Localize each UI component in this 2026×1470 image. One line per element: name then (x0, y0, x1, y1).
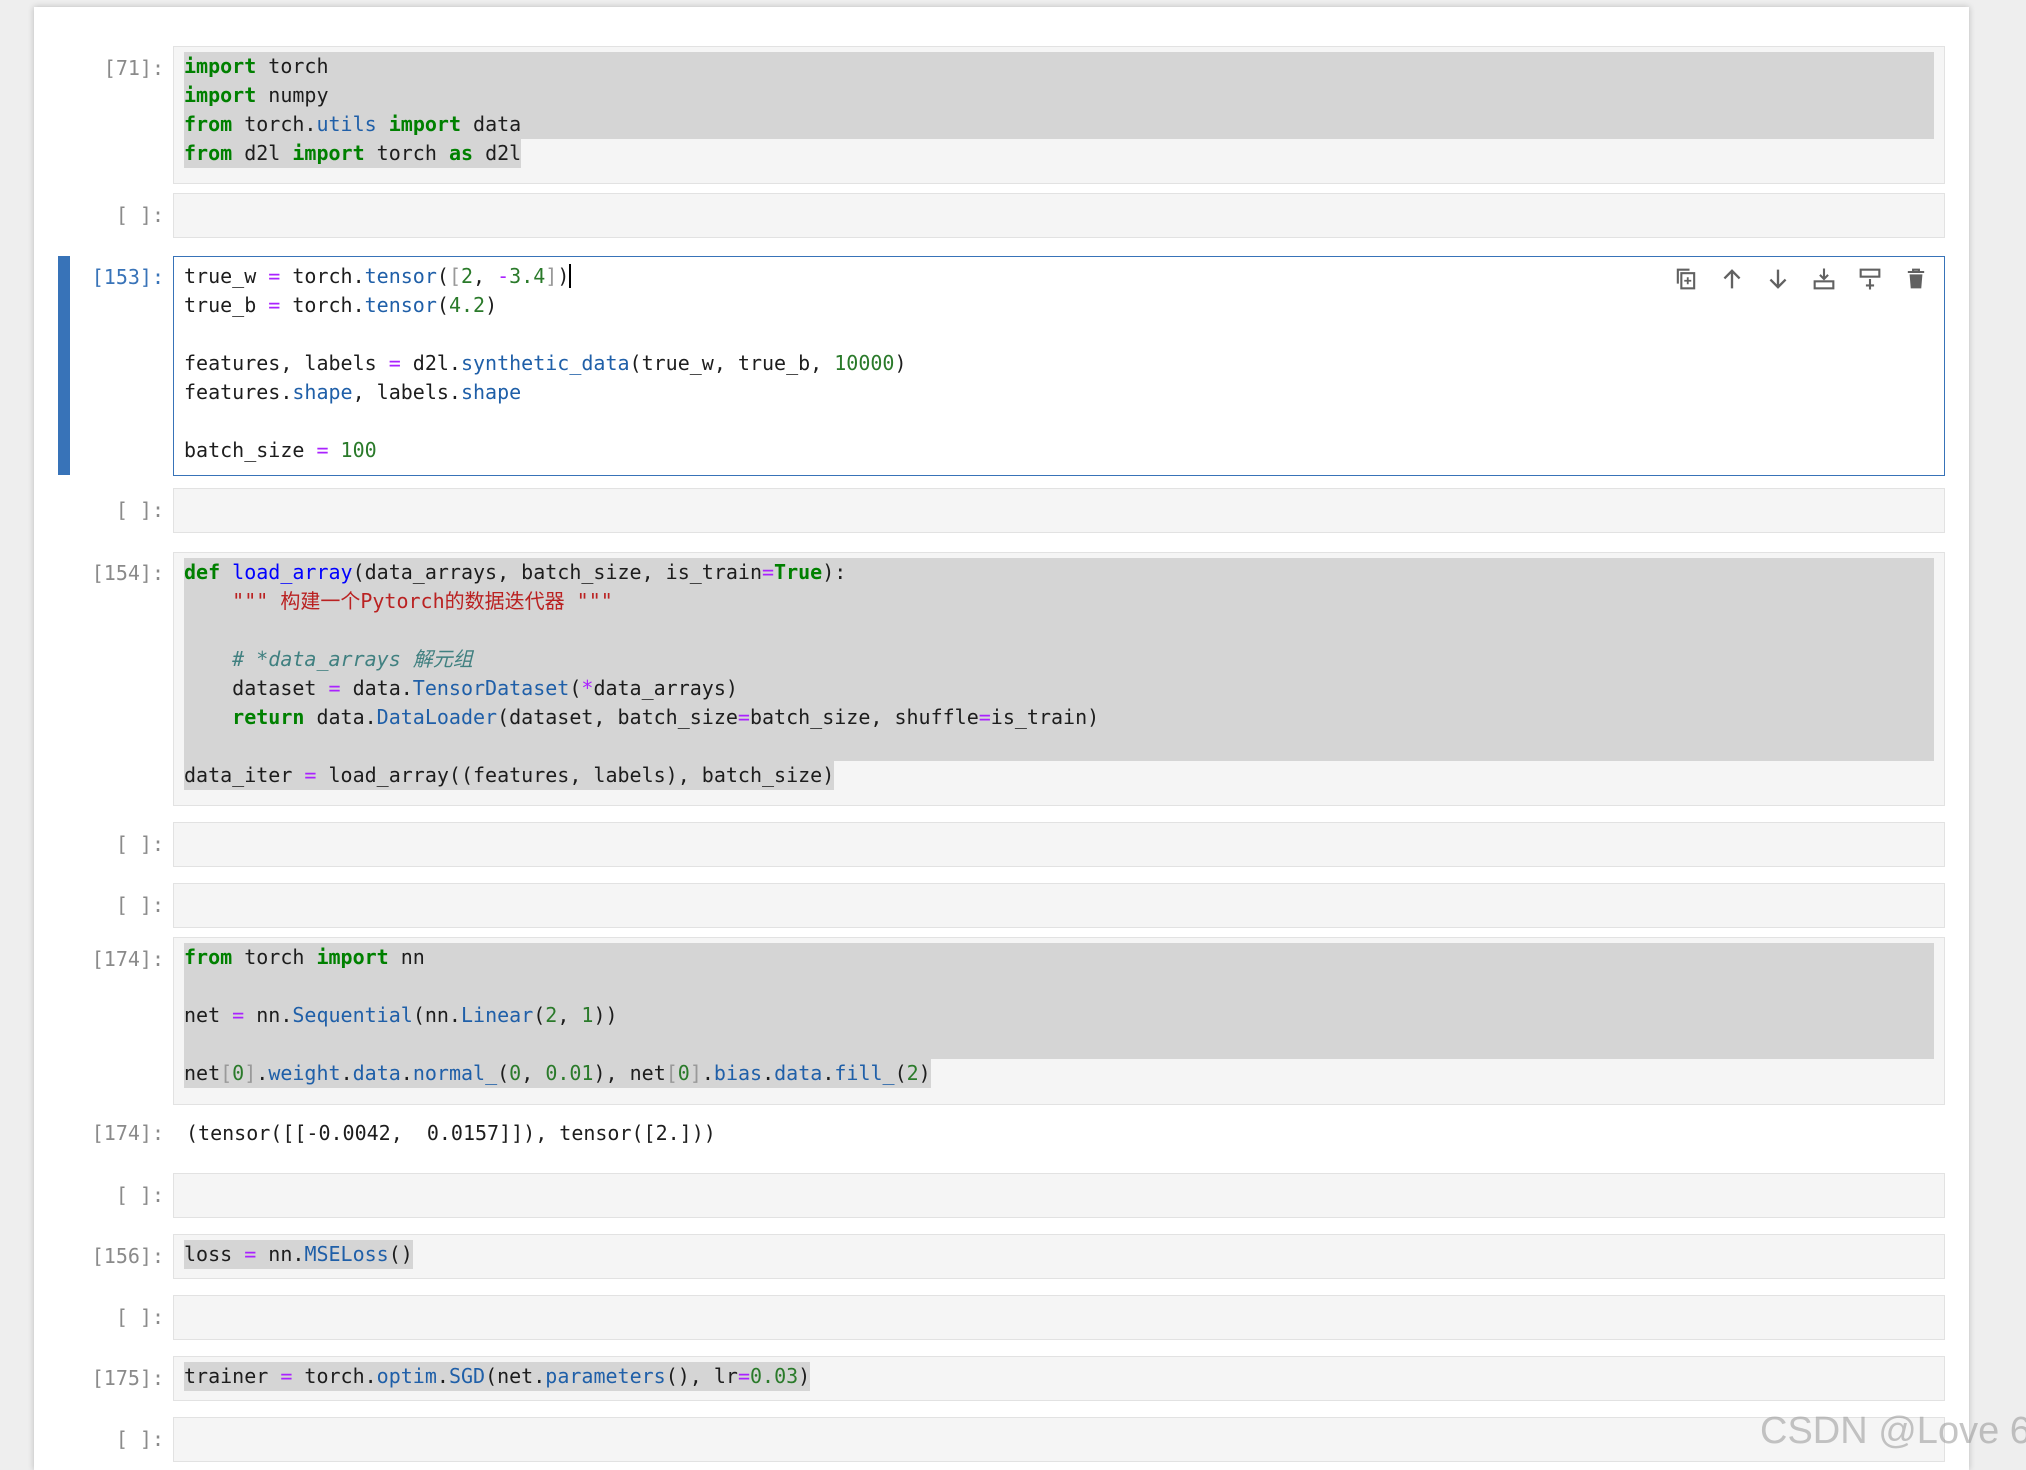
duplicate-icon[interactable] (1672, 265, 1700, 293)
code-editor[interactable]: def load_array(data_arrays, batch_size, … (173, 552, 1945, 806)
code-line: true_b = torch.tensor(4.2) (184, 293, 498, 317)
code-line: from torch import nn (184, 945, 425, 969)
code-line: net = nn.Sequential(nn.Linear(2, 1)) (184, 1003, 618, 1027)
code-editor[interactable] (173, 1173, 1945, 1218)
cell-prompt: [156]: (91, 1244, 164, 1268)
code-editor[interactable]: import torch import numpy from torch.uti… (173, 46, 1945, 184)
code-line: trainer = torch.optim.SGD(net.parameters… (184, 1362, 1934, 1391)
text-cursor (569, 264, 572, 288)
cell-prompt: [175]: (91, 1366, 164, 1390)
code-editor[interactable] (173, 488, 1945, 533)
cell-prompt: [153]: (91, 265, 164, 289)
cell-prompt: [71]: (103, 56, 164, 80)
move-up-icon[interactable] (1718, 265, 1746, 293)
code-editor[interactable] (173, 822, 1945, 867)
code-line: dataset = data.TensorDataset(*data_array… (184, 676, 738, 700)
cell-prompt: [ ]: (115, 1183, 164, 1207)
code-editor[interactable]: from torch import nn net = nn.Sequential… (173, 937, 1945, 1105)
code-line: data_iter = load_array((features, labels… (184, 761, 1934, 790)
code-editor[interactable] (173, 193, 1945, 238)
cell-output: (tensor([[-0.0042, 0.0157]]), tensor([2.… (186, 1121, 716, 1145)
code-editor[interactable] (173, 1295, 1945, 1340)
watermark: CSDN @Love 6 (1760, 1410, 2026, 1452)
code-editor[interactable] (173, 1417, 1945, 1462)
code-line: loss = nn.MSELoss() (184, 1240, 1934, 1269)
code-line: from d2l import torch as d2l (184, 139, 1934, 168)
code-line: batch_size = 100 (184, 438, 377, 462)
notebook-panel: [71]: import torch import numpy from tor… (34, 7, 1969, 1470)
code-line: # *data_arrays 解元组 (232, 647, 473, 671)
cell-prompt: [ ]: (115, 832, 164, 856)
cell-prompt: [ ]: (115, 1305, 164, 1329)
code-line: features, labels = d2l.synthetic_data(tr… (184, 351, 907, 375)
code-editor[interactable]: true_w = torch.tensor([2, -3.4]) true_b … (173, 256, 1945, 476)
code-line: return data.DataLoader(dataset, batch_si… (232, 705, 1100, 729)
cell-prompt: [ ]: (115, 893, 164, 917)
code-line: """ 构建一个Pytorch的数据迭代器 """ (232, 589, 613, 613)
code-line: from torch.utils import data (184, 112, 522, 136)
code-editor[interactable]: loss = nn.MSELoss() (173, 1234, 1945, 1279)
code-line: net[0].weight.data.normal_(0, 0.01), net… (184, 1059, 1934, 1088)
cell-prompt: [154]: (91, 561, 164, 585)
cell-prompt: [ ]: (115, 1427, 164, 1451)
insert-above-icon[interactable] (1856, 265, 1884, 293)
cell-prompt: [174]: (91, 947, 164, 971)
code-editor[interactable]: trainer = torch.optim.SGD(net.parameters… (173, 1356, 1945, 1401)
insert-below-icon[interactable] (1810, 265, 1838, 293)
move-down-icon[interactable] (1764, 265, 1792, 293)
cell-prompt: [ ]: (115, 498, 164, 522)
delete-icon[interactable] (1902, 265, 1930, 293)
code-line: import numpy (184, 83, 329, 107)
code-line: def load_array(data_arrays, batch_size, … (184, 560, 847, 584)
output-prompt: [174]: (91, 1121, 164, 1145)
cell-prompt: [ ]: (115, 203, 164, 227)
code-line: import torch (184, 54, 329, 78)
code-line: features.shape, labels.shape (184, 380, 522, 404)
code-editor[interactable] (173, 883, 1945, 928)
